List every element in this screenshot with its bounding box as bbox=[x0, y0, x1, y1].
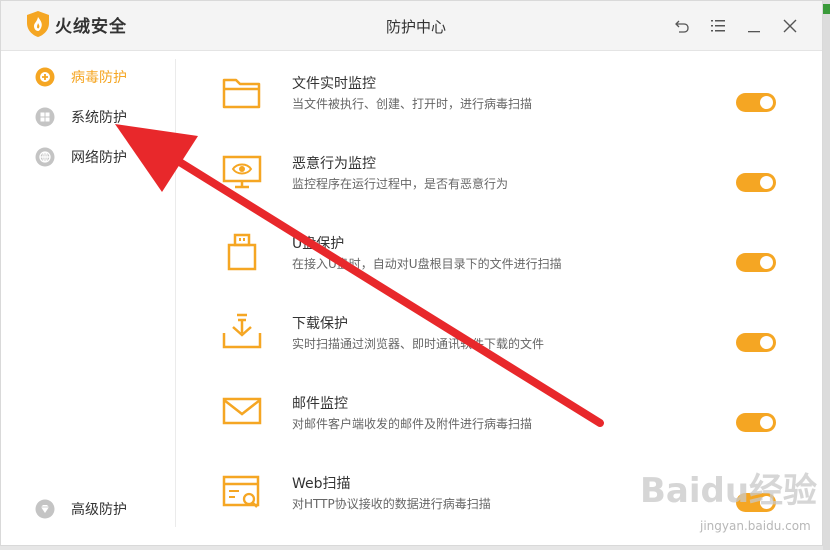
web-scan-icon bbox=[222, 475, 260, 508]
toggle-knob bbox=[760, 256, 773, 269]
folder-icon bbox=[222, 78, 261, 109]
mail-icon bbox=[222, 397, 262, 425]
feature-title: 邮件监控 bbox=[292, 396, 348, 412]
window-controls bbox=[664, 14, 808, 38]
globe-icon bbox=[35, 147, 55, 167]
minimize-button[interactable] bbox=[736, 14, 772, 38]
feature-download-protection: 下载保护 实时扫描通过浏览器、即时通讯软件下载的文件 bbox=[221, 313, 781, 373]
feature-description: 监控程序在运行过程中，是否有恶意行为 bbox=[292, 177, 509, 191]
sidebar-item-virus-protection[interactable]: 病毒防护 bbox=[35, 65, 127, 89]
usb-protection-toggle[interactable] bbox=[736, 253, 776, 272]
feature-description: 实时扫描通过浏览器、即时通讯软件下载的文件 bbox=[292, 337, 545, 351]
title-bar: 火绒安全 防护中心 bbox=[1, 1, 822, 51]
monitor-eye-icon bbox=[222, 155, 262, 189]
feature-mail-monitor: 邮件监控 对邮件客户端收发的邮件及附件进行病毒扫描 bbox=[221, 393, 781, 453]
diamond-icon bbox=[35, 499, 55, 519]
feature-title: 文件实时监控 bbox=[292, 76, 376, 92]
feature-description: 对邮件客户端收发的邮件及附件进行病毒扫描 bbox=[292, 417, 533, 431]
feature-title: 恶意行为监控 bbox=[292, 156, 376, 172]
toggle-knob bbox=[760, 176, 773, 189]
close-icon bbox=[783, 19, 797, 33]
feature-description: 在接入U盘时，自动对U盘根目录下的文件进行扫描 bbox=[292, 257, 562, 271]
download-protection-toggle[interactable] bbox=[736, 333, 776, 352]
sidebar-item-advanced-protection[interactable]: 高级防护 bbox=[35, 497, 127, 521]
toggle-knob bbox=[760, 336, 773, 349]
sidebar-item-system-protection[interactable]: 系统防护 bbox=[35, 105, 127, 129]
sidebar-item-label: 病毒防护 bbox=[71, 70, 127, 86]
sidebar-item-label: 高级防护 bbox=[71, 502, 127, 518]
feature-usb-protection: U盘保护 在接入U盘时，自动对U盘根目录下的文件进行扫描 bbox=[221, 233, 781, 293]
back-arrow-icon bbox=[675, 20, 689, 33]
feature-description: 当文件被执行、创建、打开时，进行病毒扫描 bbox=[292, 97, 533, 111]
sidebar-item-label: 网络防护 bbox=[71, 150, 127, 166]
feature-file-monitor: 文件实时监控 当文件被执行、创建、打开时，进行病毒扫描 bbox=[221, 73, 781, 133]
toggle-knob bbox=[760, 96, 773, 109]
sidebar-item-label: 系统防护 bbox=[71, 110, 127, 126]
sidebar-divider bbox=[175, 59, 176, 527]
windows-icon bbox=[35, 107, 55, 127]
main-window: 火绒安全 防护中心 病毒防护 系统防护 网络防护 高级防护 文件实时监控 当文件… bbox=[0, 0, 823, 546]
behavior-monitor-toggle[interactable] bbox=[736, 173, 776, 192]
minimize-icon bbox=[748, 31, 760, 33]
download-icon bbox=[222, 313, 262, 349]
sidebar-item-network-protection[interactable]: 网络防护 bbox=[35, 145, 127, 169]
back-button[interactable] bbox=[664, 14, 700, 38]
virus-protection-icon bbox=[35, 67, 55, 87]
toggle-knob bbox=[760, 496, 773, 509]
web-scan-toggle[interactable] bbox=[736, 493, 776, 512]
menu-list-icon bbox=[711, 20, 725, 32]
feature-description: 对HTTP协议接收的数据进行病毒扫描 bbox=[292, 497, 491, 511]
usb-icon bbox=[227, 233, 257, 271]
background-edge bbox=[823, 0, 830, 550]
file-monitor-toggle[interactable] bbox=[736, 93, 776, 112]
toggle-knob bbox=[760, 416, 773, 429]
feature-behavior-monitor: 恶意行为监控 监控程序在运行过程中，是否有恶意行为 bbox=[221, 153, 781, 213]
menu-button[interactable] bbox=[700, 14, 736, 38]
close-button[interactable] bbox=[772, 14, 808, 38]
feature-web-scan: Web扫描 对HTTP协议接收的数据进行病毒扫描 bbox=[221, 473, 781, 533]
feature-title: 下载保护 bbox=[292, 316, 348, 332]
feature-title: Web扫描 bbox=[292, 476, 351, 492]
background-indicator bbox=[823, 4, 830, 14]
feature-title: U盘保护 bbox=[292, 236, 345, 252]
mail-monitor-toggle[interactable] bbox=[736, 413, 776, 432]
sidebar: 病毒防护 系统防护 网络防护 高级防护 bbox=[1, 51, 176, 526]
